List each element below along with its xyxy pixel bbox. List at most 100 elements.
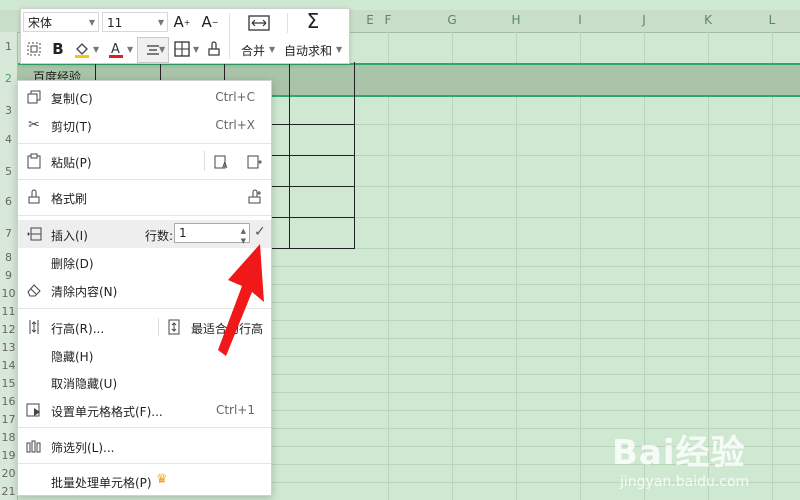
watermark-brand: Bai经验 (612, 433, 746, 473)
paste-icon (25, 152, 43, 170)
fill-color-icon[interactable] (71, 38, 93, 60)
row-number[interactable]: 7 (0, 227, 17, 240)
merge-cells-icon[interactable] (246, 12, 272, 34)
column-header-j[interactable]: J (612, 13, 676, 27)
menu-separator (18, 179, 271, 180)
menu-item-label: 取消隐藏(U) (51, 377, 118, 391)
column-header-l[interactable]: L (740, 13, 800, 27)
chevron-down-icon[interactable]: ▼ (93, 45, 99, 54)
font-name-value: 宋体 (28, 16, 53, 30)
row-number[interactable]: 21 (0, 485, 17, 498)
menu-item-label: 粘贴(P) (51, 156, 92, 170)
decrease-font-size-icon[interactable]: A − (199, 11, 221, 33)
chevron-down-icon[interactable]: ▼ (127, 45, 133, 54)
menu-item-label: 筛选列(L)... (51, 441, 115, 455)
rows-count-value: 1 (179, 226, 187, 240)
menu-separator (18, 143, 271, 144)
menu-item-label: 清除内容(N) (51, 285, 118, 299)
font-name-dropdown[interactable]: 宋体 ▼ (23, 12, 99, 32)
row-number[interactable]: 9 (0, 269, 17, 282)
row-number[interactable]: 20 (0, 467, 17, 480)
row-number[interactable]: 10 (0, 287, 17, 300)
menu-item-filter-columns[interactable]: 筛选列(L)... (18, 432, 271, 460)
chevron-down-icon[interactable]: ▼ (159, 45, 165, 54)
menu-item-paste[interactable]: 粘贴(P) A (18, 147, 271, 175)
row-number[interactable]: 1 (0, 40, 17, 53)
menu-item-label: 删除(D) (51, 257, 94, 271)
menu-item-format-cells[interactable]: 设置单元格格式(F)... Ctrl+1 (18, 396, 271, 424)
row-number[interactable]: 14 (0, 359, 17, 372)
red-arrow-shape (218, 244, 264, 356)
row-number[interactable]: 6 (0, 195, 17, 208)
menu-item-unhide[interactable]: 取消隐藏(U) (18, 368, 271, 396)
menu-item-label: 行高(R)... (51, 322, 105, 336)
merge-button-label[interactable]: 合并 (241, 42, 265, 59)
menu-separator (18, 215, 271, 216)
red-arrow-annotation (218, 244, 264, 356)
select-cells-icon[interactable] (23, 38, 45, 60)
column-header-k[interactable]: K (676, 13, 740, 27)
floating-format-toolbar: 宋体 ▼ 11 ▼ A + A − Σ B ▼ A ▼ ▼ ▼ 合并 ▼ 自动求和 … (20, 8, 350, 64)
menu-item-format-painter[interactable]: 格式刷 (18, 183, 271, 211)
menu-item-copy[interactable]: 复制(C) Ctrl+C (18, 83, 271, 111)
column-header-g[interactable]: G (420, 13, 484, 27)
crown-icon: ♛ (156, 472, 168, 487)
row-number[interactable]: 2 (0, 72, 17, 85)
row-number[interactable]: 15 (0, 377, 17, 390)
increase-font-size-icon[interactable]: A + (171, 11, 193, 33)
table-rule (270, 217, 355, 218)
borders-icon[interactable] (171, 38, 193, 60)
row-number[interactable]: 5 (0, 165, 17, 178)
bold-icon[interactable]: B (47, 38, 69, 60)
paste-special-icon[interactable] (246, 152, 264, 170)
menu-item-cut[interactable]: ✂ 剪切(T) Ctrl+X (18, 111, 271, 139)
column-header-f[interactable]: F (356, 13, 420, 27)
column-header-i[interactable]: I (548, 13, 612, 27)
chevron-down-icon[interactable]: ▼ (269, 45, 275, 54)
table-rule (270, 186, 355, 187)
row-number[interactable]: 4 (0, 133, 17, 146)
menu-item-batch-process[interactable]: 批量处理单元格(P) ♛ (18, 467, 271, 495)
format-brush-icon[interactable] (203, 38, 225, 60)
best-fit-height-icon[interactable] (165, 318, 183, 336)
format-brush-icon (25, 188, 43, 206)
column-header-h[interactable]: H (484, 13, 548, 27)
menu-item-label: 设置单元格格式(F)... (51, 405, 163, 419)
row-number[interactable]: 12 (0, 323, 17, 336)
rows-count-label: 行数: (145, 229, 174, 243)
table-rule (270, 155, 355, 156)
menu-separator (18, 463, 271, 464)
watermark-url: jingyan.baidu.com (620, 474, 750, 490)
chevron-down-icon[interactable]: ▼ (193, 45, 199, 54)
menu-item-shortcut: Ctrl+1 (215, 403, 255, 417)
svg-text:A: A (222, 161, 228, 169)
toolbar-divider (229, 13, 230, 59)
font-size-value: 11 (107, 16, 123, 30)
font-color-icon[interactable]: A (105, 38, 127, 60)
autosum-sigma-icon[interactable]: Σ (302, 9, 324, 33)
row-number[interactable]: 19 (0, 449, 17, 462)
autosum-button-label[interactable]: 自动求和 (284, 42, 332, 59)
menu-item-label: 插入(I) (51, 229, 88, 243)
menu-item-label: 批量处理单元格(P) (51, 476, 152, 490)
row-height-icon (25, 318, 43, 336)
chevron-down-icon: ▼ (88, 18, 95, 27)
row-number[interactable]: 3 (0, 104, 17, 117)
font-size-dropdown[interactable]: 11 ▼ (102, 12, 168, 32)
table-rule (270, 124, 355, 125)
format-brush-repeat-icon[interactable] (246, 188, 264, 206)
confirm-check-icon[interactable]: ✓ (254, 224, 266, 240)
paste-values-icon[interactable]: A (213, 152, 231, 170)
row-number[interactable]: 18 (0, 431, 17, 444)
row-number[interactable]: 11 (0, 305, 17, 318)
row-number[interactable]: 8 (0, 251, 17, 264)
chevron-down-icon[interactable]: ▼ (336, 45, 342, 54)
row-number[interactable]: 16 (0, 395, 17, 408)
row-number[interactable]: 17 (0, 413, 17, 426)
toolbar-divider (287, 13, 288, 33)
menu-item-label: 格式刷 (51, 192, 88, 206)
menu-separator (18, 427, 271, 428)
menu-item-shortcut: Ctrl+X (215, 118, 255, 132)
menu-item-label: 复制(C) (51, 92, 93, 106)
row-number[interactable]: 13 (0, 341, 17, 354)
